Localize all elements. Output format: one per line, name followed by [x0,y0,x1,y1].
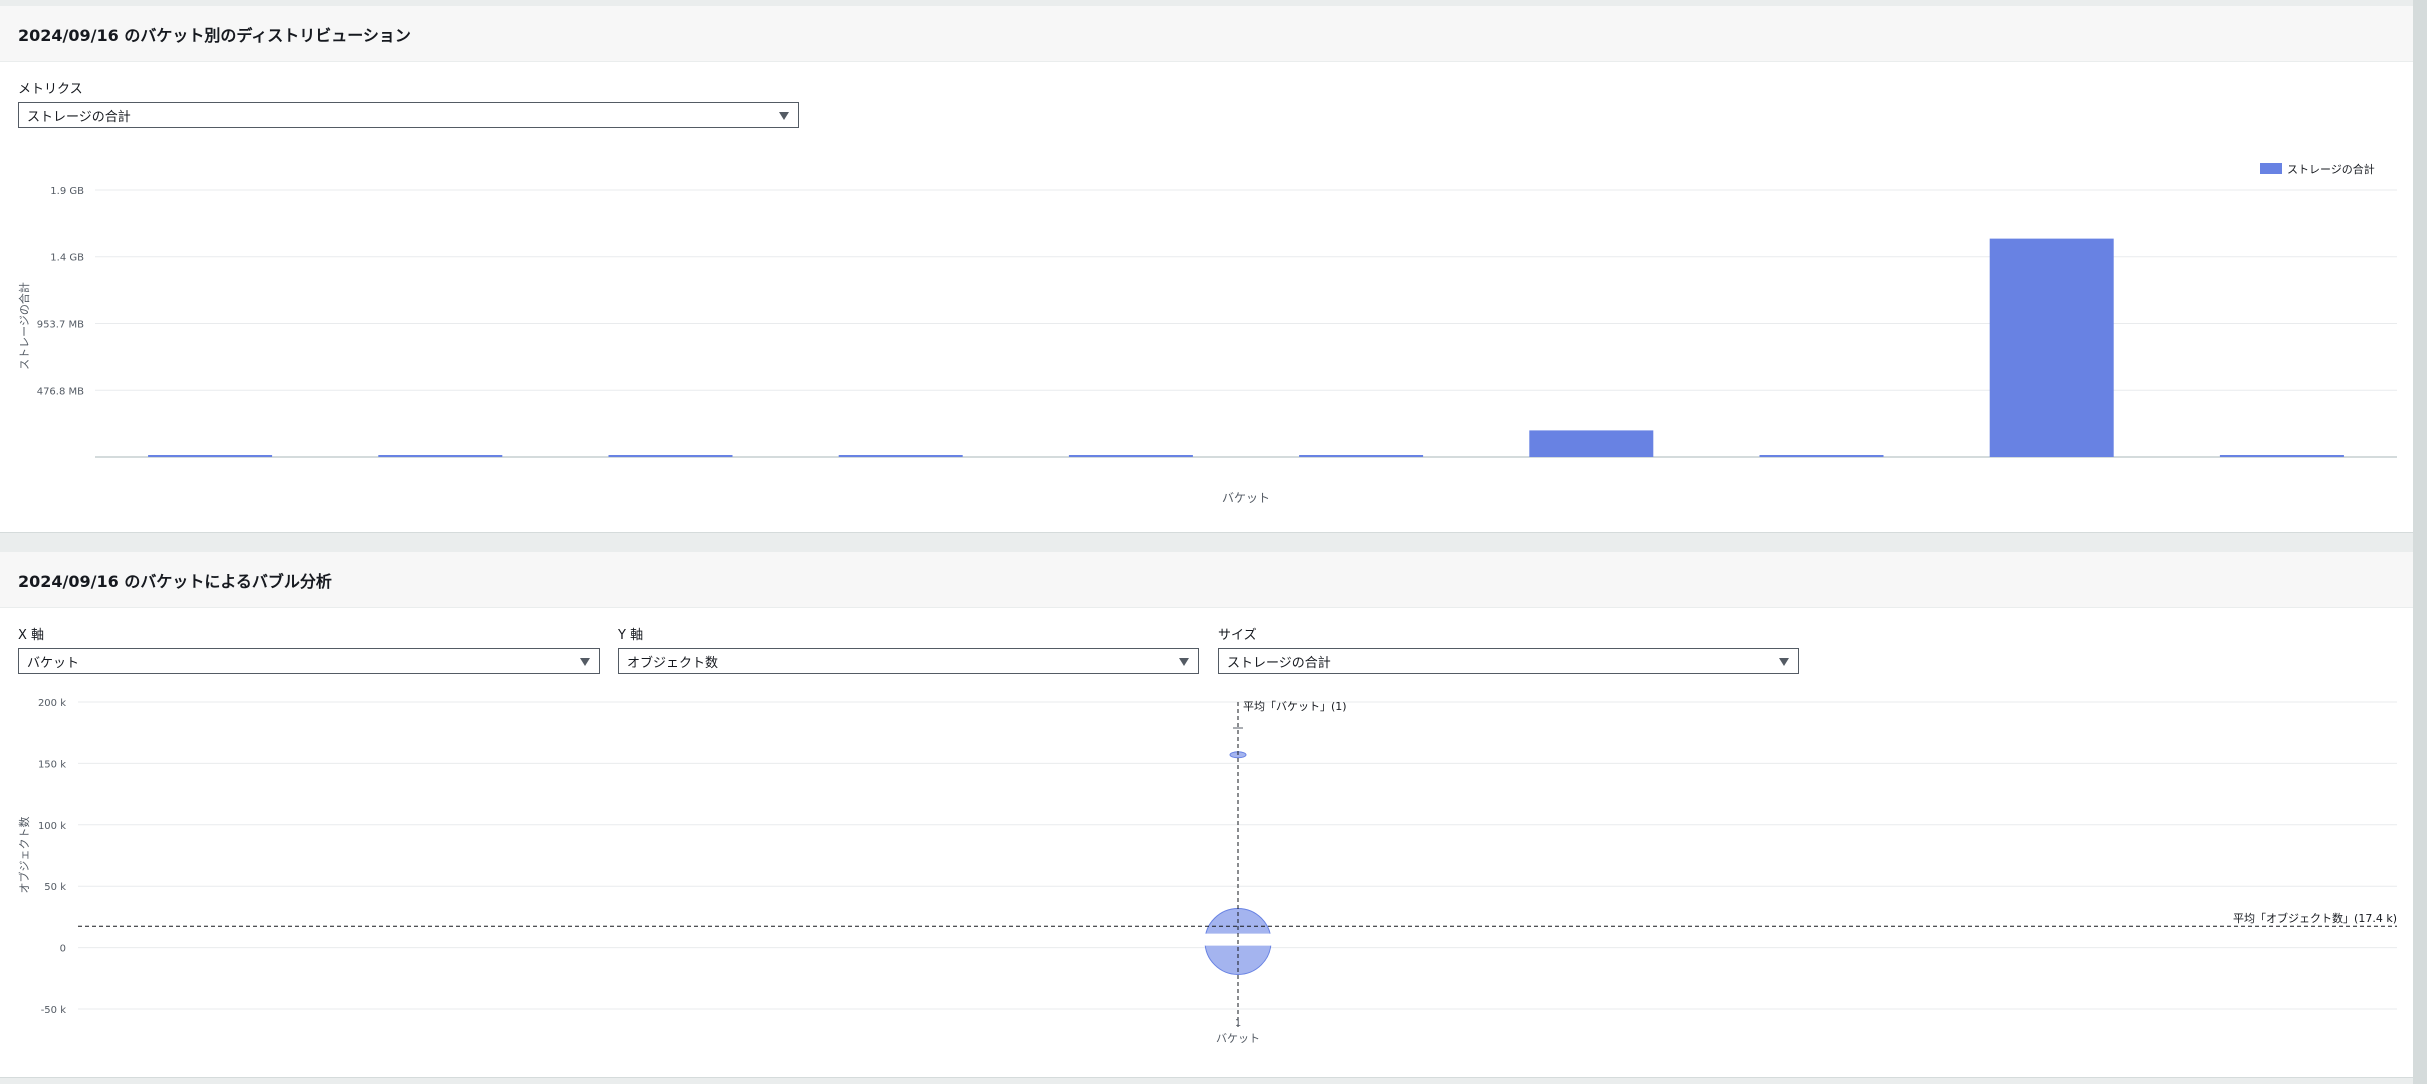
y-tick-label: 1.9 GB [50,186,84,197]
size-select-value: ストレージの合計 [1227,655,1331,671]
distribution-title: 2024/09/16 のバケット別のディストリビューション [18,25,411,45]
x-tick-label: 1 [1235,1018,1241,1029]
bar [1989,238,2114,457]
size-label: サイズ [1218,628,1257,643]
bubble-title: 2024/09/16 のバケットによるバブル分析 [18,571,332,591]
y-tick-label: 150 k [38,759,66,770]
avg-x-label: 平均「バケット」(1) [1243,700,1347,713]
chevron-down-icon [1179,658,1189,666]
legend-swatch [2260,163,2282,174]
metric-select[interactable]: ストレージの合計 [18,102,799,128]
y-tick-label: 50 k [44,882,66,893]
bar [1759,455,1884,457]
bar [2219,455,2344,457]
y-axis-title: オブジェクト数 [17,817,31,894]
metric-select-value: ストレージの合計 [27,109,131,125]
bar [608,455,733,457]
distribution-header: 2024/09/16 のバケット別のディストリビューション [0,6,2413,62]
bubble-header: 2024/09/16 のバケットによるバブル分析 [0,552,2413,608]
x-axis-title: バケット [1216,1032,1260,1045]
y-axis-select-value: オブジェクト数 [627,655,719,671]
y-tick-label: 1.4 GB [50,253,84,264]
y-axis-title: ストレージの合計 [17,282,31,370]
chevron-down-icon [580,658,590,666]
bar [148,455,273,457]
storage-bar-chart: 476.8 MB 953.7 MB 1.4 GB 1.9 GB バケット ストレージの合計… [17,162,2397,505]
bar [1529,430,1654,457]
y-tick-label: -50 k [41,1005,67,1016]
y-tick-label: 200 k [38,698,66,709]
y-axis-select[interactable]: オブジェクト数 [618,648,1199,674]
x-axis-select-value: バケット [27,655,80,671]
y-tick-label: 0 [60,944,66,955]
x-axis-title: バケット [1222,491,1270,505]
y-tick-label: 953.7 MB [37,319,84,330]
chevron-down-icon [779,112,789,120]
bar [1299,455,1424,457]
y-tick-label: 100 k [38,821,66,832]
bar [378,455,503,457]
size-select[interactable]: ストレージの合計 [1218,648,1799,674]
bubble-panel: 2024/09/16 のバケットによるバブル分析 X 軸 バケット Y 軸 オブ… [0,552,2413,1078]
y-axis-label: Y 軸 [618,628,644,643]
x-axis-select[interactable]: バケット [18,648,600,674]
x-axis-label: X 軸 [18,628,45,643]
chevron-down-icon [1779,658,1789,666]
y-tick-label: 476.8 MB [37,386,84,397]
legend-label: ストレージの合計 [2287,162,2375,176]
bubble-chart: -50 k 0 50 k 100 k 150 k 200 k 平均「バケット」(1) 平均「オ… [17,698,2397,1045]
avg-y-label: 平均「オブジェクト数」(17.4 k) [2233,911,2397,925]
bar [838,455,963,457]
scrollbar-track[interactable] [2413,0,2427,1084]
distribution-panel: 2024/09/16 のバケット別のディストリビューション メトリクス ストレー… [0,6,2413,533]
metric-label: メトリクス [18,82,83,97]
bar [1068,455,1193,457]
